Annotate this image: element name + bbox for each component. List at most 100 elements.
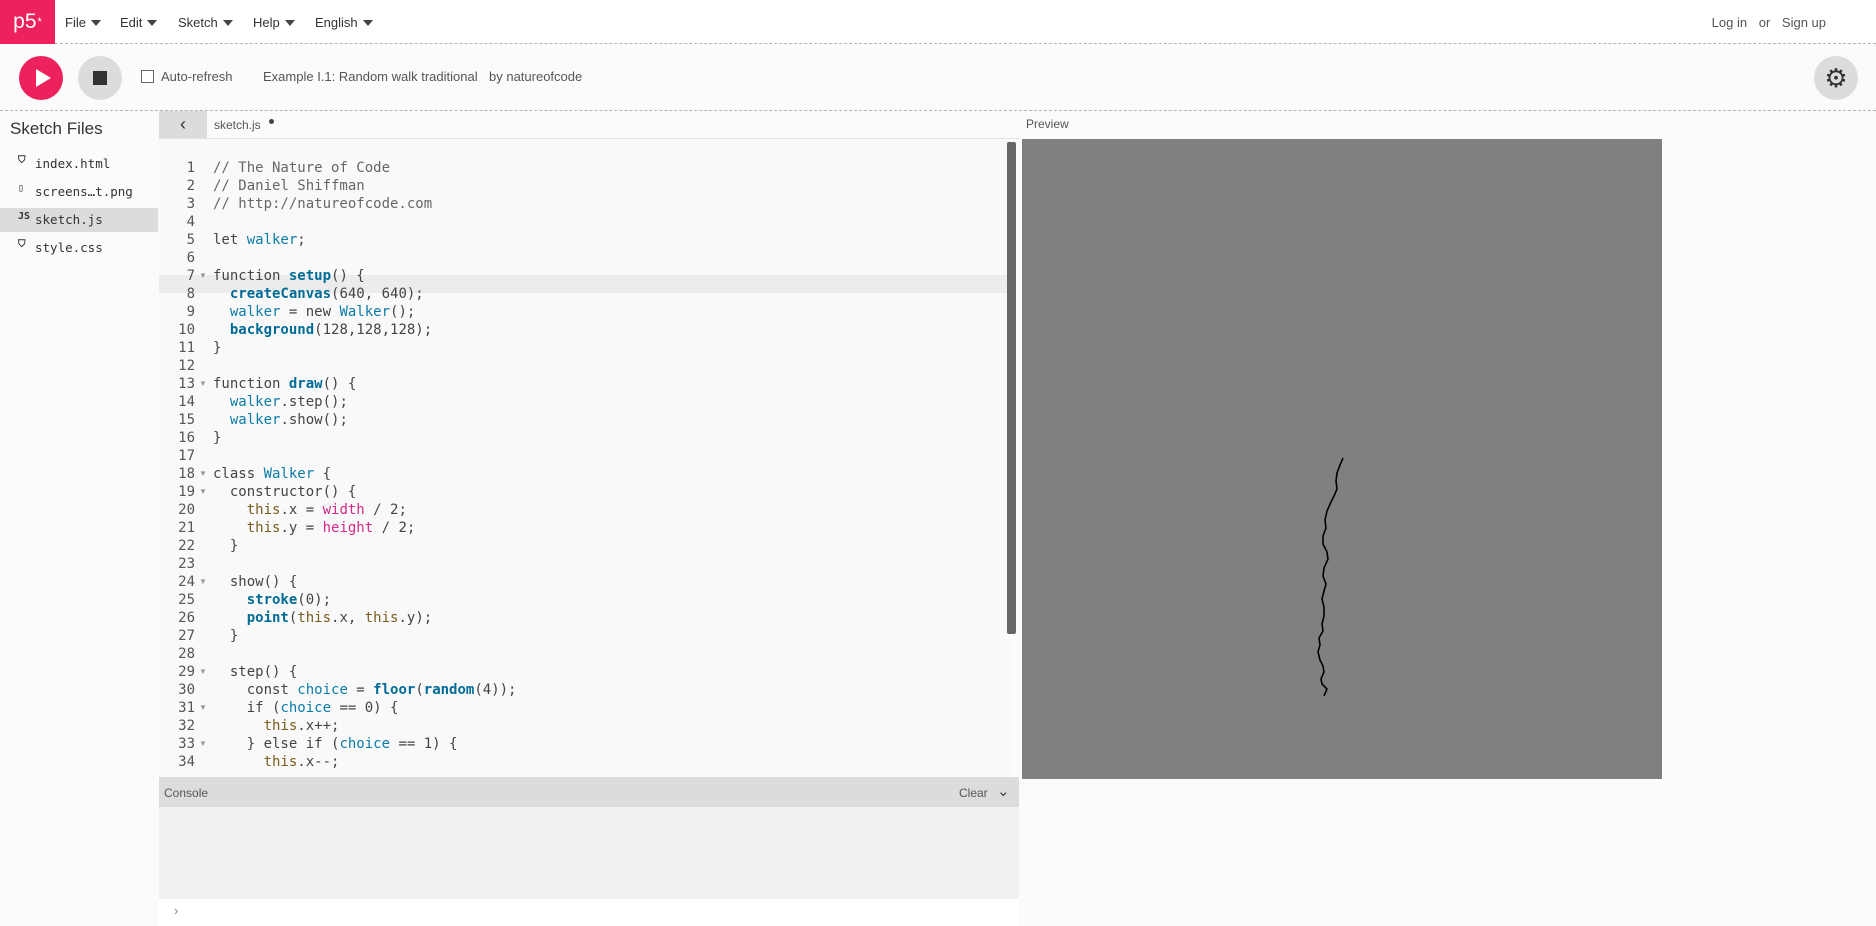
line-number: 29 <box>178 664 195 680</box>
sketch-files-sidebar: Sketch Files ⛉ index.html ▯ screens…t.pn… <box>0 111 158 926</box>
line-number: 6 <box>186 250 195 266</box>
stop-button[interactable] <box>78 56 122 100</box>
chevron-left-icon: ‹ <box>180 114 186 134</box>
code-line: } <box>213 340 222 356</box>
p5-logo[interactable]: p5 * <box>0 0 55 44</box>
top-nav: p5 * File Edit Sketch Help English Log in… <box>0 0 1876 44</box>
line-number: 26 <box>178 610 195 626</box>
code-line: stroke(0); <box>246 592 332 608</box>
code-line: this.x = width / 2; <box>246 502 407 518</box>
code-line: this.x++; <box>263 718 340 734</box>
sketch-name[interactable]: Example I.1: Random walk traditional <box>263 69 478 84</box>
line-number: 14 <box>178 394 195 410</box>
file-item-screenshot[interactable]: ▯ screens…t.png <box>0 180 158 204</box>
menu-language[interactable]: English <box>315 15 373 30</box>
sketch-author[interactable]: by natureofcode <box>489 69 582 84</box>
fold-arrow-icon[interactable]: ▼ <box>199 487 207 496</box>
line-number: 22 <box>178 538 195 554</box>
editor-file-tab[interactable]: sketch.js <box>214 118 261 132</box>
console-output <box>159 807 1019 899</box>
console-clear-button[interactable]: Clear <box>959 786 988 800</box>
random-walk-drawing <box>1317 457 1344 697</box>
gear-icon: ⚙ <box>1824 62 1848 93</box>
console-input[interactable]: › <box>159 899 1019 926</box>
line-number: 15 <box>178 412 195 428</box>
fold-arrow-icon[interactable]: ▼ <box>199 577 207 586</box>
login-link[interactable]: Log in <box>1712 15 1747 30</box>
line-number: 13 <box>178 376 195 392</box>
code-line: } else if (choice == 1) { <box>213 736 458 752</box>
line-number: 24 <box>178 574 195 590</box>
code-line: show() { <box>213 574 298 590</box>
signup-link[interactable]: Sign up <box>1782 15 1826 30</box>
fold-arrow-icon[interactable]: ▼ <box>199 667 207 676</box>
preview-canvas[interactable] <box>1022 139 1662 779</box>
menu-sketch[interactable]: Sketch <box>178 15 233 30</box>
console-prompt-icon: › <box>174 903 179 918</box>
file-item-sketch-js[interactable]: JS sketch.js <box>0 208 158 232</box>
code-line: if (choice == 0) { <box>213 700 399 716</box>
code-line: this.x--; <box>263 754 340 770</box>
editor-scrollbar[interactable] <box>1007 142 1016 634</box>
auto-refresh-label[interactable]: Auto-refresh <box>161 69 233 84</box>
caret-down-icon <box>147 20 158 26</box>
caret-down-icon <box>284 20 295 26</box>
code-line: walker = new Walker(); <box>229 304 416 320</box>
html-file-icon: ⛉ <box>18 155 26 166</box>
caret-down-icon <box>362 20 373 26</box>
sidebar-title: Sketch Files <box>10 119 103 138</box>
file-item-style-css[interactable]: ⛉ style.css <box>0 236 158 260</box>
line-number: 23 <box>178 556 195 572</box>
line-number: 20 <box>178 502 195 518</box>
line-number: 7 <box>186 268 195 284</box>
line-number: 16 <box>178 430 195 446</box>
chevron-down-icon[interactable]: ⌄ <box>997 782 1010 800</box>
line-number: 33 <box>178 736 195 752</box>
code-line: constructor() { <box>213 484 357 500</box>
line-number: 34 <box>178 754 195 770</box>
line-number: 12 <box>178 358 195 374</box>
code-line: walker.step(); <box>229 394 348 410</box>
code-line: function setup() { <box>213 268 365 284</box>
fold-arrow-icon[interactable]: ▼ <box>199 739 207 748</box>
line-number: 19 <box>178 484 195 500</box>
code-area[interactable]: 1 // The Nature of Code 2 // Daniel Shiffma… <box>159 139 1011 777</box>
play-button[interactable] <box>19 56 63 100</box>
toolbar: Auto-refresh Example I.1: Random walk tr… <box>0 44 1876 111</box>
line-number: 8 <box>186 286 195 302</box>
menu-help[interactable]: Help <box>253 15 295 30</box>
file-item-index-html[interactable]: ⛉ index.html <box>0 152 158 176</box>
code-line: walker.show(); <box>229 412 348 428</box>
code-line: background(128,128,128); <box>229 322 433 338</box>
console-header: Console Clear ⌄ <box>159 777 1019 807</box>
code-line: } <box>213 430 222 446</box>
line-number: 1 <box>186 160 195 176</box>
image-file-icon: ▯ <box>18 183 25 194</box>
line-number: 31 <box>178 700 195 716</box>
js-file-icon: JS <box>18 211 31 222</box>
code-line: this.y = height / 2; <box>246 520 416 536</box>
or-text: or <box>1758 15 1771 30</box>
code-line: step() { <box>213 664 298 680</box>
editor-tab-bar: ‹ sketch.js <box>159 111 1019 139</box>
menu-edit[interactable]: Edit <box>120 15 158 30</box>
code-line: // http://natureofcode.com <box>213 196 433 212</box>
line-number: 17 <box>178 448 195 464</box>
fold-arrow-icon[interactable]: ▼ <box>199 703 207 712</box>
line-number: 27 <box>178 628 195 644</box>
settings-button[interactable]: ⚙ <box>1814 56 1858 100</box>
code-line: } <box>213 538 239 554</box>
caret-down-icon <box>90 20 101 26</box>
console-title: Console <box>164 786 209 800</box>
menu-file[interactable]: File <box>65 15 101 30</box>
auto-refresh-checkbox[interactable] <box>141 70 154 83</box>
collapse-sidebar-button[interactable]: ‹ <box>159 111 207 138</box>
code-line: // Daniel Shiffman <box>213 178 365 194</box>
line-number: 11 <box>178 340 195 356</box>
line-number: 5 <box>186 232 195 248</box>
code-line: const choice = floor(random(4)); <box>213 682 517 698</box>
fold-arrow-icon[interactable]: ▼ <box>199 271 207 280</box>
fold-arrow-icon[interactable]: ▼ <box>199 379 207 388</box>
line-number: 9 <box>186 304 195 320</box>
fold-arrow-icon[interactable]: ▼ <box>199 469 207 478</box>
